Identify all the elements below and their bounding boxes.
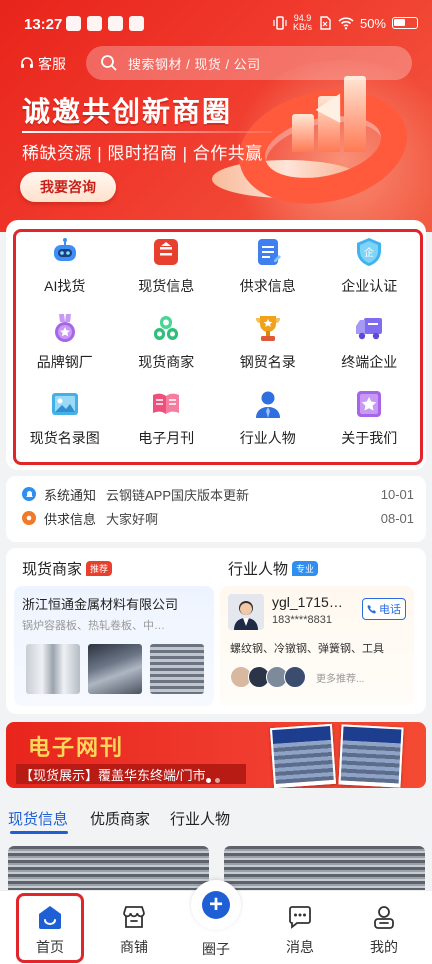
nav-profile[interactable]: 我的 (354, 903, 414, 957)
notice-text: 云钢链APP国庆版本更新 (106, 487, 250, 503)
bell-icon (22, 487, 36, 501)
merchant-card[interactable]: 浙江恒通金属材料有限公司 锅炉容器板、热轧卷板、中… (14, 586, 214, 706)
nav-shop[interactable]: 商铺 (104, 903, 164, 957)
nav-label: 商铺 (120, 939, 148, 955)
banner-title: 电子网刊 (28, 735, 125, 760)
status-time: 13:27 (24, 16, 63, 33)
phone-icon (367, 605, 376, 614)
customer-service-label: 客服 (38, 56, 66, 72)
net-speed: 94.9 KB/s (293, 14, 312, 32)
no-sim-icon (320, 16, 331, 30)
app-notification-icon (87, 16, 102, 31)
vibrate-icon (273, 16, 287, 30)
person-tags: 螺纹钢、冷镦钢、弹簧钢、工具 (230, 643, 384, 655)
app-notification-icon (66, 16, 81, 31)
featured-card: 现货商家 推荐 行业人物 专业 浙江恒通金属材料有限公司 锅炉容器板、热轧卷板、… (6, 548, 426, 714)
search-icon (101, 55, 117, 71)
carousel-dots (206, 778, 220, 783)
notice-date: 08-01 (380, 510, 414, 526)
notice-date: 10-01 (380, 486, 414, 502)
hero-bar-graphic (292, 114, 314, 152)
hero-bar-graphic (344, 76, 366, 152)
magazine-cover-image (338, 724, 404, 788)
content-tabs: 现货信息 优质商家 行业人物 (0, 796, 432, 836)
product-image (88, 644, 142, 694)
create-post-button[interactable]: + (191, 880, 241, 930)
person-card[interactable]: ygl_1715… 183****8831 电话 螺纹钢、冷镦钢、弹簧钢、工具 … (220, 586, 414, 706)
call-label: 电话 (379, 604, 401, 616)
active-tab-indicator (10, 831, 68, 834)
battery-percent: 50% (359, 15, 386, 31)
recommended-avatars[interactable]: 更多推荐... (230, 666, 364, 688)
merchants-section-header[interactable]: 现货商家 推荐 (22, 558, 113, 579)
wifi-icon (338, 17, 354, 30)
magazine-cover-image (269, 723, 337, 788)
status-notification-icons (66, 16, 144, 31)
notice-type: 系统通知 (44, 487, 97, 503)
supply-dot-icon (22, 511, 36, 525)
nav-label: 消息 (286, 939, 314, 955)
message-icon (286, 903, 314, 931)
app-notification-icon (129, 16, 144, 31)
more-recommend-link: 更多推荐... (316, 673, 365, 685)
feed-item-image[interactable] (224, 846, 425, 896)
person-name: ygl_1715… (272, 594, 343, 610)
tab-industry-people[interactable]: 行业人物 (170, 808, 230, 829)
hero-subtitle: 稀缺资源 | 限时招商 | 合作共赢 (22, 144, 263, 163)
recommend-badge: 推荐 (86, 561, 113, 576)
merchant-products: 锅炉容器板、热轧卷板、中… (22, 620, 165, 632)
app-notification-icon (108, 16, 123, 31)
e-magazine-banner[interactable]: 电子网刊 【现货展示】覆盖华东终端/门市 (6, 722, 426, 788)
notice-text: 大家好啊 (106, 511, 159, 527)
product-image (26, 644, 80, 694)
profile-icon (370, 903, 398, 931)
notice-type: 供求信息 (44, 511, 97, 527)
feed-item-image[interactable] (8, 846, 209, 896)
tab-stock-info[interactable]: 现货信息 (8, 808, 68, 829)
product-image (150, 644, 204, 694)
plus-icon: + (202, 891, 230, 919)
tab-quality-merchants[interactable]: 优质商家 (90, 808, 150, 829)
people-section-title: 行业人物 (228, 561, 289, 578)
pro-badge: 专业 (292, 561, 319, 576)
notice-card: 系统通知 云钢链APP国庆版本更新 10-01 供求信息 大家好啊 08-01 (6, 476, 426, 542)
net-speed-unit: KB/s (292, 22, 312, 32)
shop-icon (120, 903, 148, 931)
hero-divider (22, 131, 272, 133)
status-right: 94.9 KB/s 50% (273, 14, 418, 32)
hero-title: 诚邀共创新商圈 (22, 96, 233, 127)
search-input[interactable]: 搜索钢材 / 现货 / 公司 (86, 46, 412, 80)
merchants-section-title: 现货商家 (22, 561, 83, 578)
grid-highlight-outline (13, 229, 423, 465)
merchant-name: 浙江恒通金属材料有限公司 (22, 597, 179, 612)
headset-icon (21, 57, 33, 68)
person-phone: 183****8831 (272, 614, 332, 626)
carousel-dot (206, 778, 211, 783)
nav-label: 圈子 (202, 941, 230, 957)
avatar (228, 594, 264, 630)
nav-label: 我的 (370, 939, 398, 955)
search-placeholder: 搜索钢材 / 现货 / 公司 (128, 56, 261, 72)
nav-messages[interactable]: 消息 (270, 903, 330, 957)
call-button[interactable]: 电话 (362, 598, 406, 620)
status-bar: 13:27 94.9 KB/s 50% (0, 0, 432, 48)
consult-button[interactable]: 我要咨询 (20, 172, 116, 202)
hero-banner[interactable]: 13:27 94.9 KB/s 50% 客服 搜索钢材 / 现货 / 公司 诚邀… (0, 0, 432, 232)
people-section-header[interactable]: 行业人物 专业 (228, 558, 319, 579)
carousel-dot (215, 778, 220, 783)
battery-icon (392, 17, 418, 29)
customer-service-button[interactable]: 客服 (20, 54, 66, 74)
notice-row[interactable]: 系统通知 云钢链APP国庆版本更新 10-01 (22, 484, 414, 504)
nav-circle[interactable]: 圈子 (186, 939, 246, 959)
notice-row[interactable]: 供求信息 大家好啊 08-01 (22, 508, 414, 528)
avatar (284, 666, 306, 688)
top-bar: 客服 搜索钢材 / 现货 / 公司 (0, 46, 432, 84)
home-highlight-outline (16, 893, 84, 963)
